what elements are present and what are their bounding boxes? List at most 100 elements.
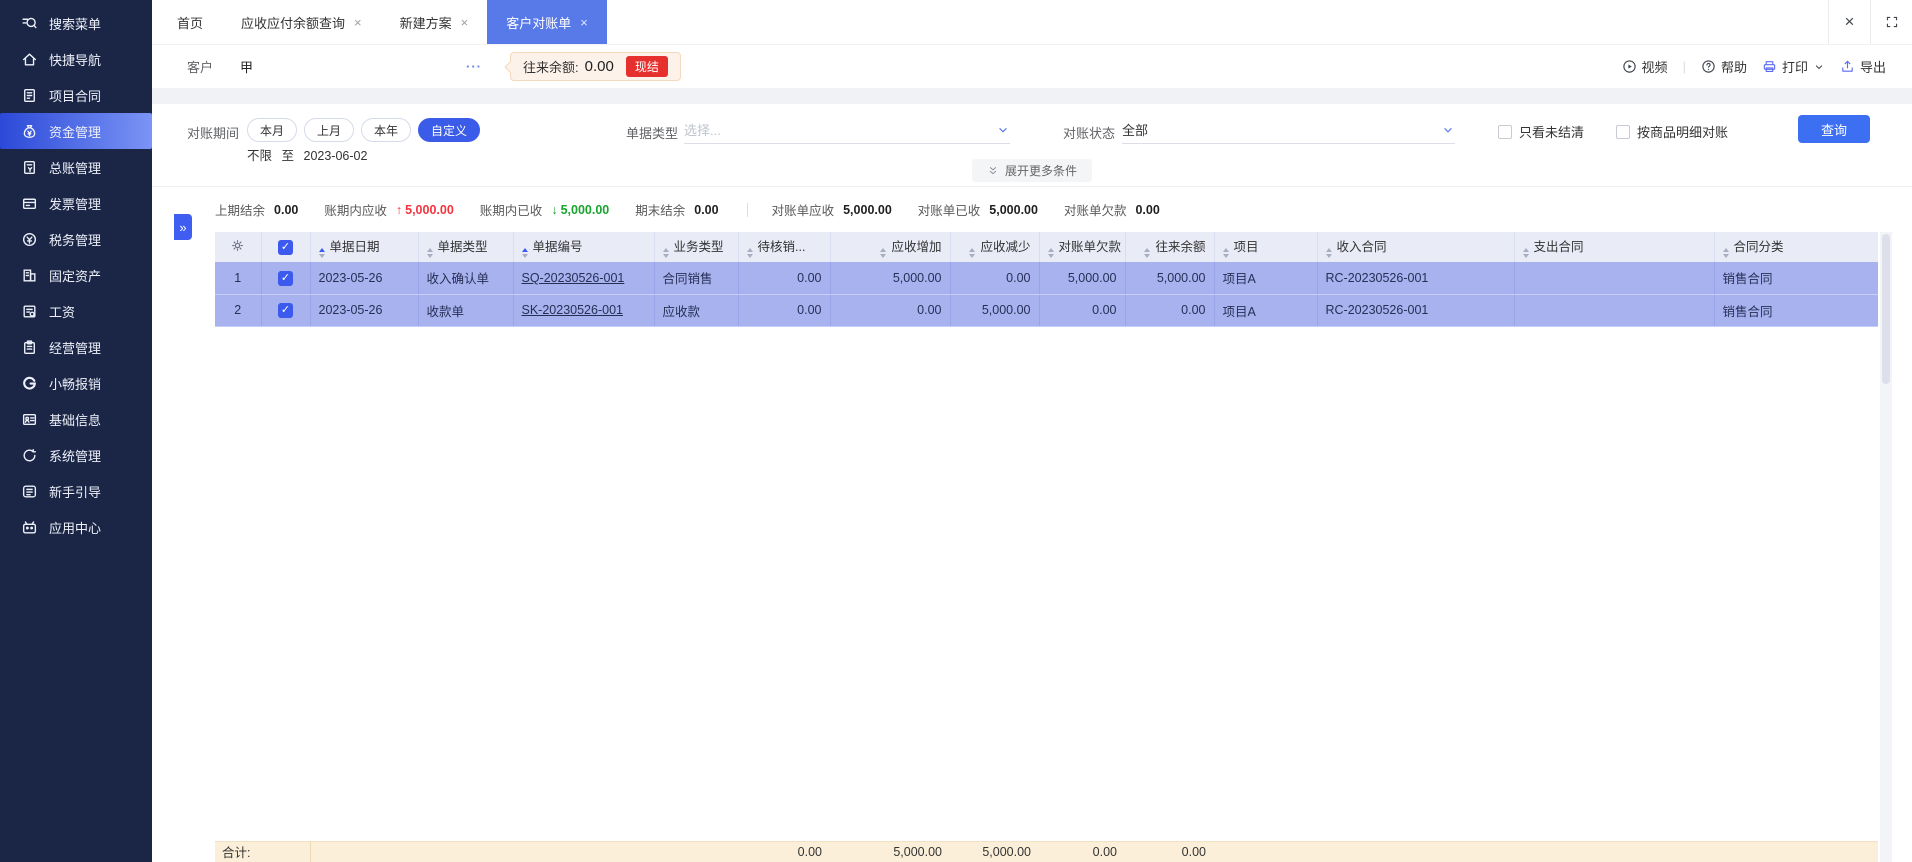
close-tab-icon[interactable]: × (580, 15, 588, 30)
checkbox-box[interactable] (1498, 124, 1512, 139)
tab-balance-query[interactable]: 应收应付余额查询 × (222, 0, 381, 44)
printer-icon (1762, 59, 1777, 74)
sort-icon[interactable] (880, 248, 887, 258)
sidebar-item-project-contract[interactable]: 项目合同 (0, 77, 152, 113)
period-this-year[interactable]: 本年 (361, 118, 412, 142)
sidebar-item-label: 搜索菜单 (49, 16, 102, 32)
summary-closing-balance: 期末结余 0.00 (635, 202, 719, 219)
divider (746, 202, 748, 217)
sidebar-item-search-menu[interactable]: 搜索菜单 (0, 5, 152, 41)
col-expense-contract[interactable]: 支出合同 (1514, 232, 1715, 262)
sort-icon[interactable] (969, 248, 976, 258)
video-button[interactable]: 视频 (1622, 57, 1668, 76)
period-last-month[interactable]: 上月 (304, 118, 355, 142)
sidebar-expander-button[interactable]: » (174, 214, 192, 240)
totals-receivable-increase: 5,000.00 (830, 840, 951, 862)
sort-icon[interactable] (746, 248, 753, 258)
summary-opening-balance: 上期结余 0.00 (215, 202, 299, 219)
sort-icon[interactable] (1522, 248, 1529, 258)
help-icon (1701, 59, 1716, 74)
sort-icon[interactable] (426, 248, 433, 258)
unsettled-only-checkbox[interactable]: 只看未结清 (1498, 122, 1584, 141)
close-tab-icon[interactable]: × (461, 15, 469, 30)
fullscreen-icon[interactable] (1870, 0, 1912, 44)
sort-icon[interactable] (521, 248, 528, 258)
ellipsis-icon[interactable]: ··· (466, 59, 482, 74)
col-receivable-increase[interactable]: 应收增加 (830, 232, 951, 262)
sidebar-item-tax-management[interactable]: 税务管理 (0, 221, 152, 257)
sort-icon[interactable] (1722, 248, 1729, 258)
col-income-contract[interactable]: 收入合同 (1317, 232, 1515, 262)
row-checkbox[interactable]: ✓ (278, 303, 293, 318)
chevron-down-icon (1441, 123, 1455, 137)
sort-icon[interactable] (1325, 248, 1332, 258)
select-all-checkbox[interactable]: ✓ (278, 240, 293, 255)
row-index: 2 (215, 294, 262, 327)
chevron-down-icon (1813, 61, 1825, 73)
col-doc-no[interactable]: 单据编号 (513, 232, 655, 262)
col-biz-type[interactable]: 业务类型 (654, 232, 739, 262)
status-select[interactable]: 全部 (1122, 116, 1455, 144)
sidebar-item-label: 系统管理 (49, 448, 102, 464)
export-button[interactable]: 导出 (1840, 57, 1886, 76)
sidebar-item-label: 经营管理 (49, 340, 102, 356)
by-item-detail-checkbox[interactable]: 按商品明细对账 (1616, 122, 1728, 141)
ledger-icon (21, 159, 38, 176)
sidebar-item-business-management[interactable]: 经营管理 (0, 329, 152, 365)
tab-home[interactable]: 首页 (158, 0, 222, 44)
col-project[interactable]: 项目 (1214, 232, 1318, 262)
date-start[interactable]: 不限 (247, 149, 272, 163)
date-end[interactable]: 2023-06-02 (304, 149, 368, 163)
close-tab-icon[interactable]: × (354, 15, 362, 30)
sidebar-item-funds-management[interactable]: 资金管理 (0, 113, 152, 149)
sidebar-item-payroll[interactable]: 工资 (0, 293, 152, 329)
divider: | (1682, 59, 1686, 74)
vertical-scrollbar[interactable] (1880, 232, 1892, 862)
period-custom[interactable]: 自定义 (418, 118, 481, 142)
sidebar-item-quick-nav[interactable]: 快捷导航 (0, 41, 152, 77)
sidebar-item-label: 小畅报销 (49, 376, 102, 392)
col-receivable-decrease[interactable]: 应收减少 (950, 232, 1040, 262)
sidebar-item-system-management[interactable]: 系统管理 (0, 437, 152, 473)
doc-no-link[interactable]: SQ-20230526-001 (522, 271, 625, 285)
sidebar-item-label: 新手引导 (49, 484, 102, 500)
sort-icon[interactable] (1047, 248, 1054, 258)
col-doc-date[interactable]: 单据日期 (310, 232, 419, 262)
sidebar-item-invoice-management[interactable]: 发票管理 (0, 185, 152, 221)
sidebar-item-base-info[interactable]: 基础信息 (0, 401, 152, 437)
table-row[interactable]: 2 ✓ 2023-05-26 收款单 SK-20230526-001 应收款 0… (215, 294, 1878, 327)
help-button[interactable]: 帮助 (1701, 57, 1747, 76)
table-row[interactable]: 1 ✓ 2023-05-26 收入确认单 SQ-20230526-001 合同销… (215, 262, 1878, 295)
sort-icon[interactable] (1222, 248, 1229, 258)
sidebar-item-beginner-guide[interactable]: 新手引导 (0, 473, 152, 509)
sort-icon[interactable] (318, 248, 325, 258)
sidebar-item-reimbursement[interactable]: 小畅报销 (0, 365, 152, 401)
col-pending-writeoff[interactable]: 待核销... (738, 232, 831, 262)
sort-icon[interactable] (1144, 248, 1151, 258)
col-contract-category[interactable]: 合同分类 (1714, 232, 1878, 262)
sort-icon[interactable] (662, 248, 669, 258)
tab-new-plan[interactable]: 新建方案 × (381, 0, 488, 44)
customer-field[interactable]: 客户 甲 ··· (187, 57, 482, 76)
scrollbar-thumb[interactable] (1882, 234, 1890, 384)
tab-customer-statement[interactable]: 客户对账单 × (487, 0, 607, 44)
col-balance[interactable]: 往来余额 (1125, 232, 1215, 262)
gear-icon[interactable] (230, 238, 245, 253)
doc-no-link[interactable]: SK-20230526-001 (522, 303, 623, 317)
expand-more-button[interactable]: 展开更多条件 (971, 159, 1092, 182)
app-window: 搜索菜单 快捷导航 项目合同 资金管理 总账管理 发票管理 税务管理 固定资产 (0, 0, 1912, 862)
col-statement-owing[interactable]: 对账单欠款 (1039, 232, 1126, 262)
row-checkbox[interactable]: ✓ (278, 270, 293, 286)
doc-type-select[interactable]: 选择... (684, 116, 1010, 144)
sidebar-item-app-center[interactable]: 应用中心 (0, 509, 152, 545)
sidebar-item-label: 资金管理 (49, 124, 102, 140)
sidebar-item-fixed-assets[interactable]: 固定资产 (0, 257, 152, 293)
col-doc-type[interactable]: 单据类型 (418, 232, 514, 262)
print-button[interactable]: 打印 (1762, 57, 1825, 76)
sidebar-item-general-ledger[interactable]: 总账管理 (0, 149, 152, 185)
period-this-month[interactable]: 本月 (247, 118, 298, 142)
totals-balance: 0.00 (1125, 840, 1215, 862)
checkbox-box[interactable] (1616, 124, 1630, 139)
query-button[interactable]: 查询 (1798, 115, 1870, 143)
close-window-icon[interactable]: × (1828, 0, 1870, 44)
